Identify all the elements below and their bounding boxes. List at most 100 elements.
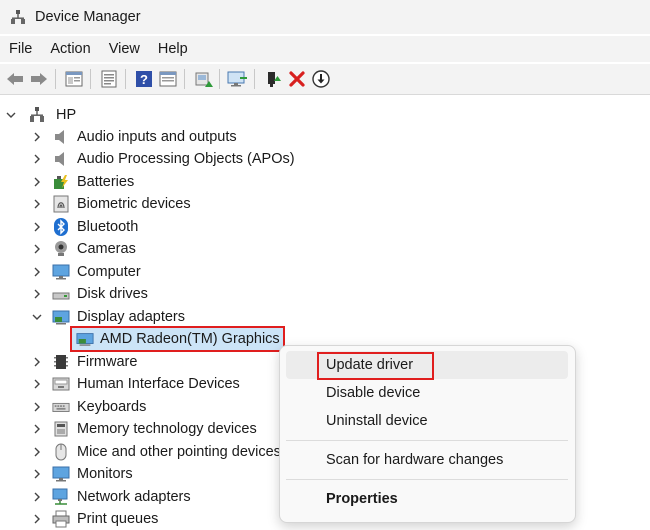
- mouse-icon: [52, 443, 70, 461]
- chevron-right-icon[interactable]: [30, 512, 44, 526]
- tree-item-memory-tech[interactable]: Memory technology devices: [30, 418, 257, 440]
- chevron-right-icon[interactable]: [30, 490, 44, 504]
- tree-item-cameras[interactable]: Cameras: [30, 238, 136, 260]
- tree-item-audio-inputs[interactable]: Audio inputs and outputs: [30, 126, 237, 148]
- tree-item-label: Cameras: [77, 241, 136, 257]
- chevron-down-icon[interactable]: [30, 310, 44, 324]
- update-driver-icon[interactable]: [192, 68, 214, 90]
- tree-root-hp[interactable]: HP: [4, 104, 76, 126]
- device-manager-icon: [10, 9, 26, 25]
- tree-item-label: Display adapters: [77, 309, 185, 325]
- help-icon[interactable]: ?: [133, 68, 155, 90]
- console-tree-icon[interactable]: [98, 68, 120, 90]
- tree-item-audio-processing[interactable]: Audio Processing Objects (APOs): [30, 148, 295, 170]
- tree-item-biometric[interactable]: Biometric devices: [30, 193, 191, 215]
- toolbar-separator: [219, 69, 220, 89]
- title-bar: Device Manager: [0, 0, 650, 34]
- tree-item-label: Mice and other pointing devices: [77, 444, 281, 460]
- menu-help[interactable]: Help: [149, 41, 197, 57]
- chevron-right-icon[interactable]: [30, 175, 44, 189]
- window-title: Device Manager: [35, 9, 141, 25]
- tree-item-computer[interactable]: Computer: [30, 261, 141, 283]
- tree-item-label: Network adapters: [77, 489, 191, 505]
- scan-hardware-icon[interactable]: [227, 68, 249, 90]
- chevron-right-icon[interactable]: [30, 377, 44, 391]
- tree-item-label: Audio Processing Objects (APOs): [77, 151, 295, 167]
- tree-item-mice[interactable]: Mice and other pointing devices: [30, 441, 281, 463]
- context-item-label: Uninstall device: [326, 413, 428, 429]
- chevron-right-icon[interactable]: [30, 287, 44, 301]
- svg-text:?: ?: [140, 72, 148, 87]
- chevron-right-icon[interactable]: [30, 220, 44, 234]
- chevron-right-icon[interactable]: [30, 130, 44, 144]
- tree-item-network[interactable]: Network adapters: [30, 486, 191, 508]
- tree-root-label: HP: [56, 107, 77, 123]
- tree-item-label: Keyboards: [77, 399, 147, 415]
- toolbar-separator: [184, 69, 185, 89]
- tree-item-amd-radeon[interactable]: AMD Radeon(TM) Graphics: [70, 326, 285, 352]
- properties-icon[interactable]: [63, 68, 85, 90]
- chevron-right-icon[interactable]: [30, 152, 44, 166]
- memory-icon: [52, 420, 70, 438]
- back-icon[interactable]: [4, 68, 26, 90]
- display-adapter-icon: [76, 330, 94, 348]
- display-adapter-icon: [52, 308, 70, 326]
- tree-item-label: Human Interface Devices: [77, 376, 240, 392]
- tree-item-hid[interactable]: Human Interface Devices: [30, 373, 240, 395]
- chevron-down-icon[interactable]: [4, 108, 18, 122]
- monitor-icon: [52, 263, 70, 281]
- menu-file[interactable]: File: [0, 41, 41, 57]
- tree-item-label: Monitors: [77, 466, 133, 482]
- tree-item-firmware[interactable]: Firmware: [30, 351, 137, 373]
- chevron-right-icon[interactable]: [30, 422, 44, 436]
- disable-icon[interactable]: [310, 68, 332, 90]
- context-scan-hardware[interactable]: Scan for hardware changes: [286, 446, 568, 474]
- context-menu: Update driver Disable device Uninstall d…: [279, 345, 576, 523]
- chevron-right-icon[interactable]: [30, 265, 44, 279]
- menu-bar: File Action View Help: [0, 36, 650, 62]
- tree-item-label: Bluetooth: [77, 219, 139, 235]
- tree-item-label: Biometric devices: [77, 196, 191, 212]
- context-update-driver[interactable]: Update driver: [286, 351, 568, 380]
- tree-item-disk-drives[interactable]: Disk drives: [30, 283, 148, 305]
- chevron-right-icon[interactable]: [30, 197, 44, 211]
- context-properties[interactable]: Properties: [286, 485, 568, 513]
- tree-item-monitors[interactable]: Monitors: [30, 463, 133, 485]
- view-icon[interactable]: [157, 68, 179, 90]
- toolbar-separator: [90, 69, 91, 89]
- computer-tree-icon: [28, 106, 46, 124]
- forward-icon[interactable]: [28, 68, 50, 90]
- tree-item-label: Firmware: [77, 354, 138, 370]
- tree-item-bluetooth[interactable]: Bluetooth: [30, 216, 138, 238]
- chevron-right-icon[interactable]: [30, 400, 44, 414]
- context-separator: [286, 440, 568, 441]
- network-icon: [52, 488, 70, 506]
- chevron-right-icon[interactable]: [30, 242, 44, 256]
- tree-item-label: Memory technology devices: [77, 421, 257, 437]
- chevron-right-icon[interactable]: [30, 445, 44, 459]
- toolbar-separator: [254, 69, 255, 89]
- hid-icon: [52, 375, 70, 393]
- add-legacy-icon[interactable]: [262, 68, 284, 90]
- context-item-label: Properties: [326, 491, 398, 507]
- chevron-right-icon[interactable]: [30, 467, 44, 481]
- context-uninstall-device[interactable]: Uninstall device: [286, 407, 568, 435]
- highlight-box: [317, 352, 434, 380]
- toolbar: ?: [0, 64, 650, 95]
- menu-view[interactable]: View: [100, 41, 149, 57]
- context-disable-device[interactable]: Disable device: [286, 379, 568, 407]
- tree-item-batteries[interactable]: Batteries: [30, 171, 134, 193]
- tree-item-display-adapters[interactable]: Display adapters: [30, 306, 185, 328]
- tree-item-label: AMD Radeon(TM) Graphics: [100, 331, 280, 347]
- uninstall-icon[interactable]: [286, 68, 308, 90]
- tree-item-print-queues[interactable]: Print queues: [30, 508, 158, 530]
- toolbar-separator: [55, 69, 56, 89]
- tree-item-keyboards[interactable]: Keyboards: [30, 396, 146, 418]
- tree-item-label: Computer: [77, 264, 141, 280]
- battery-icon: [52, 173, 70, 191]
- toolbar-separator: [125, 69, 126, 89]
- tree-item-label: Disk drives: [77, 286, 148, 302]
- chevron-right-icon[interactable]: [30, 355, 44, 369]
- keyboard-icon: [52, 398, 70, 416]
- menu-action[interactable]: Action: [41, 41, 99, 57]
